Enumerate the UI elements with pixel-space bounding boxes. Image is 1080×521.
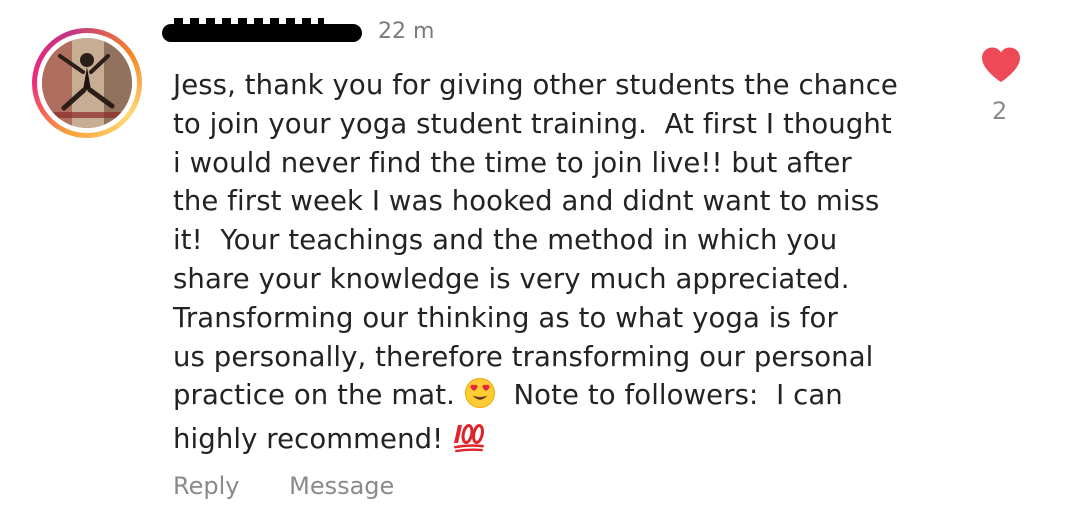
avatar-photo-icon <box>42 38 132 128</box>
hundred-points-emoji-icon <box>452 421 486 464</box>
like-count: 2 <box>992 97 1008 125</box>
avatar[interactable] <box>42 38 132 128</box>
comment-line: Jess, thank you for giving other student… <box>173 69 898 101</box>
comment-line-part: practice on the mat. <box>173 379 464 412</box>
comment-timestamp: 22 m <box>378 19 435 44</box>
comment-line: share your knowledge is very much apprec… <box>173 262 850 295</box>
comment-line-part: Note to followers: I can <box>495 379 843 412</box>
comment-line: Transforming our thinking as to what yog… <box>173 301 838 334</box>
comment-item: 22 m Jess, thank you for giving other st… <box>0 0 1080 521</box>
comment-line: to join your yoga student training. At f… <box>173 107 892 140</box>
comment-line: practice on the mat. Note to followers: … <box>173 376 943 420</box>
avatar-story-ring[interactable] <box>32 28 142 138</box>
reply-button[interactable]: Reply <box>173 472 239 500</box>
avatar-border <box>37 33 137 133</box>
like-button[interactable] <box>980 46 1022 84</box>
comment-line: i would never find the time to join live… <box>173 146 852 179</box>
comment-line-part: highly recommend! <box>173 423 453 456</box>
comment-line: the first week I was hooked and didnt wa… <box>173 185 880 218</box>
comment-line: it! Your teachings and the method in whi… <box>173 224 838 257</box>
heart-icon <box>982 47 1020 82</box>
comment-actions: Reply Message <box>173 472 436 500</box>
comment-text: Jess, thank you for giving other student… <box>173 66 943 464</box>
username-redacted[interactable] <box>162 18 362 42</box>
comment-line: us personally, therefore transforming ou… <box>173 340 874 373</box>
message-button[interactable]: Message <box>289 472 394 500</box>
comment-line: highly recommend! <box>173 420 943 464</box>
heart-eyes-emoji-icon <box>464 377 496 420</box>
